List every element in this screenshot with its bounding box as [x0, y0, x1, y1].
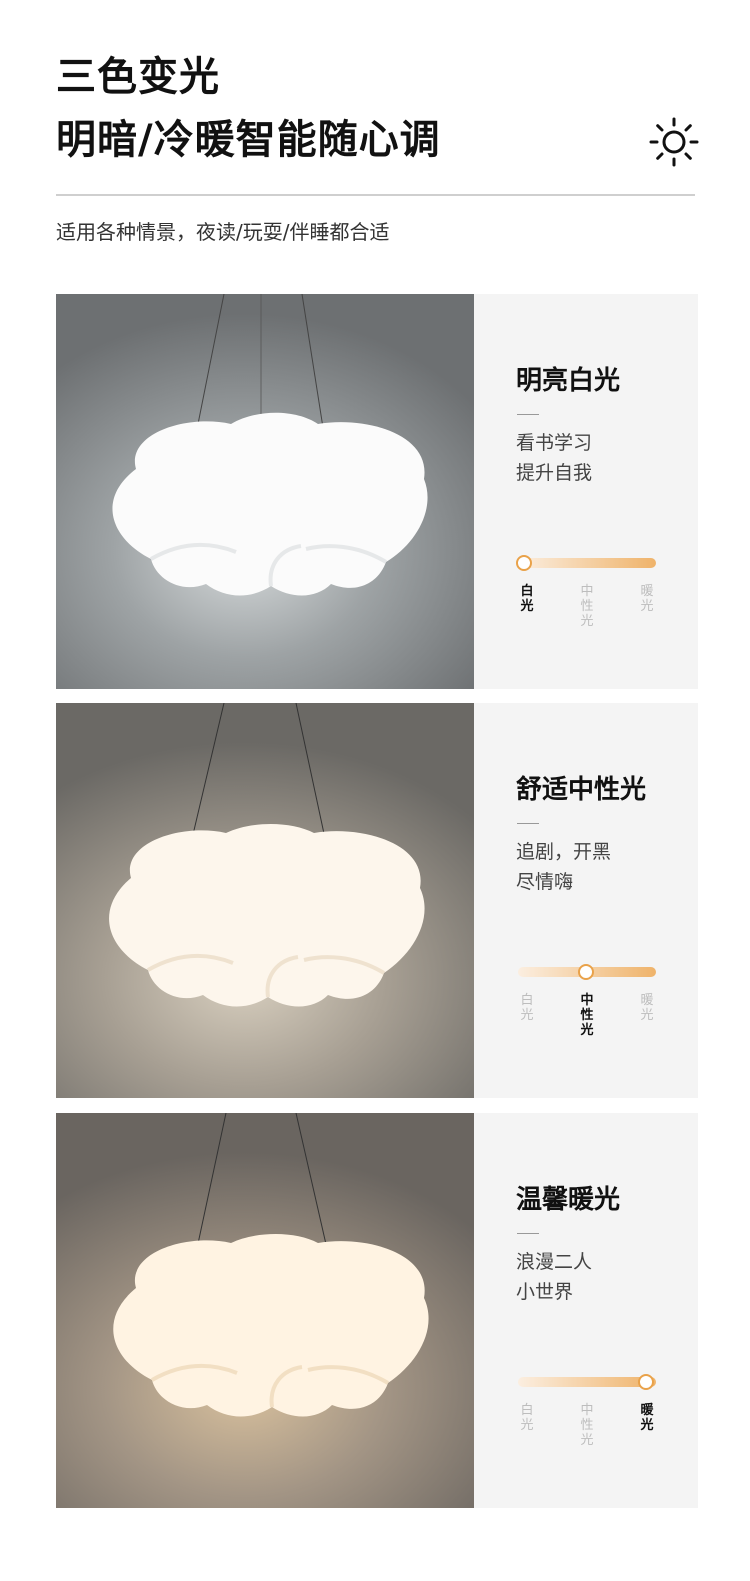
label-white: 白光: [520, 584, 534, 614]
title-dash: [517, 1233, 539, 1234]
mode-title: 明亮白光: [516, 366, 621, 396]
mode-description: 看书学习 提升自我: [516, 432, 593, 484]
sun-icon: [649, 117, 699, 167]
mode-panel-white: 明亮白光 看书学习 提升自我 白光 中性光 暖光: [56, 294, 698, 689]
mode-title: 温馨暖光: [516, 1185, 621, 1215]
mode-info-warm: 温馨暖光 浪漫二人 小世界 白光 中性光 暖光: [474, 1113, 698, 1508]
label-white: 白光: [520, 993, 534, 1023]
mode-panel-neutral: 舒适中性光 追剧，开黑 尽情嗨 白光 中性光 暖光: [56, 703, 698, 1098]
title-dash: [517, 823, 539, 824]
slider-knob[interactable]: [578, 964, 594, 980]
title-dash: [517, 414, 539, 415]
page-subtitle: 适用各种情景，夜读/玩耍/伴睡都合适: [56, 220, 390, 244]
label-neutral: 中性光: [580, 584, 594, 629]
mode-info-white: 明亮白光 看书学习 提升自我 白光 中性光 暖光: [474, 294, 698, 689]
color-temperature-slider[interactable]: [518, 558, 656, 568]
mode-panel-warm: 温馨暖光 浪漫二人 小世界 白光 中性光 暖光: [56, 1113, 698, 1508]
label-warm: 暖光: [640, 993, 654, 1023]
mode-description: 追剧，开黑 尽情嗨: [516, 841, 612, 893]
label-white: 白光: [520, 1403, 534, 1433]
label-warm: 暖光: [640, 1403, 654, 1433]
page-title-line1: 三色变光: [56, 54, 220, 100]
color-temperature-slider[interactable]: [518, 1377, 656, 1387]
label-neutral: 中性光: [580, 993, 594, 1038]
header-divider: [56, 194, 695, 196]
label-warm: 暖光: [640, 584, 654, 614]
slider-knob[interactable]: [516, 555, 532, 571]
label-neutral: 中性光: [580, 1403, 594, 1448]
page-title-line2: 明暗/冷暖智能随心调: [56, 117, 441, 163]
mode-info-neutral: 舒适中性光 追剧，开黑 尽情嗨 白光 中性光 暖光: [474, 703, 698, 1098]
lamp-photo-neutral: [56, 703, 474, 1098]
lamp-photo-warm: [56, 1113, 474, 1508]
slider-knob[interactable]: [638, 1374, 654, 1390]
lamp-photo-white: [56, 294, 474, 689]
mode-title: 舒适中性光: [516, 775, 647, 805]
mode-description: 浪漫二人 小世界: [516, 1251, 593, 1303]
